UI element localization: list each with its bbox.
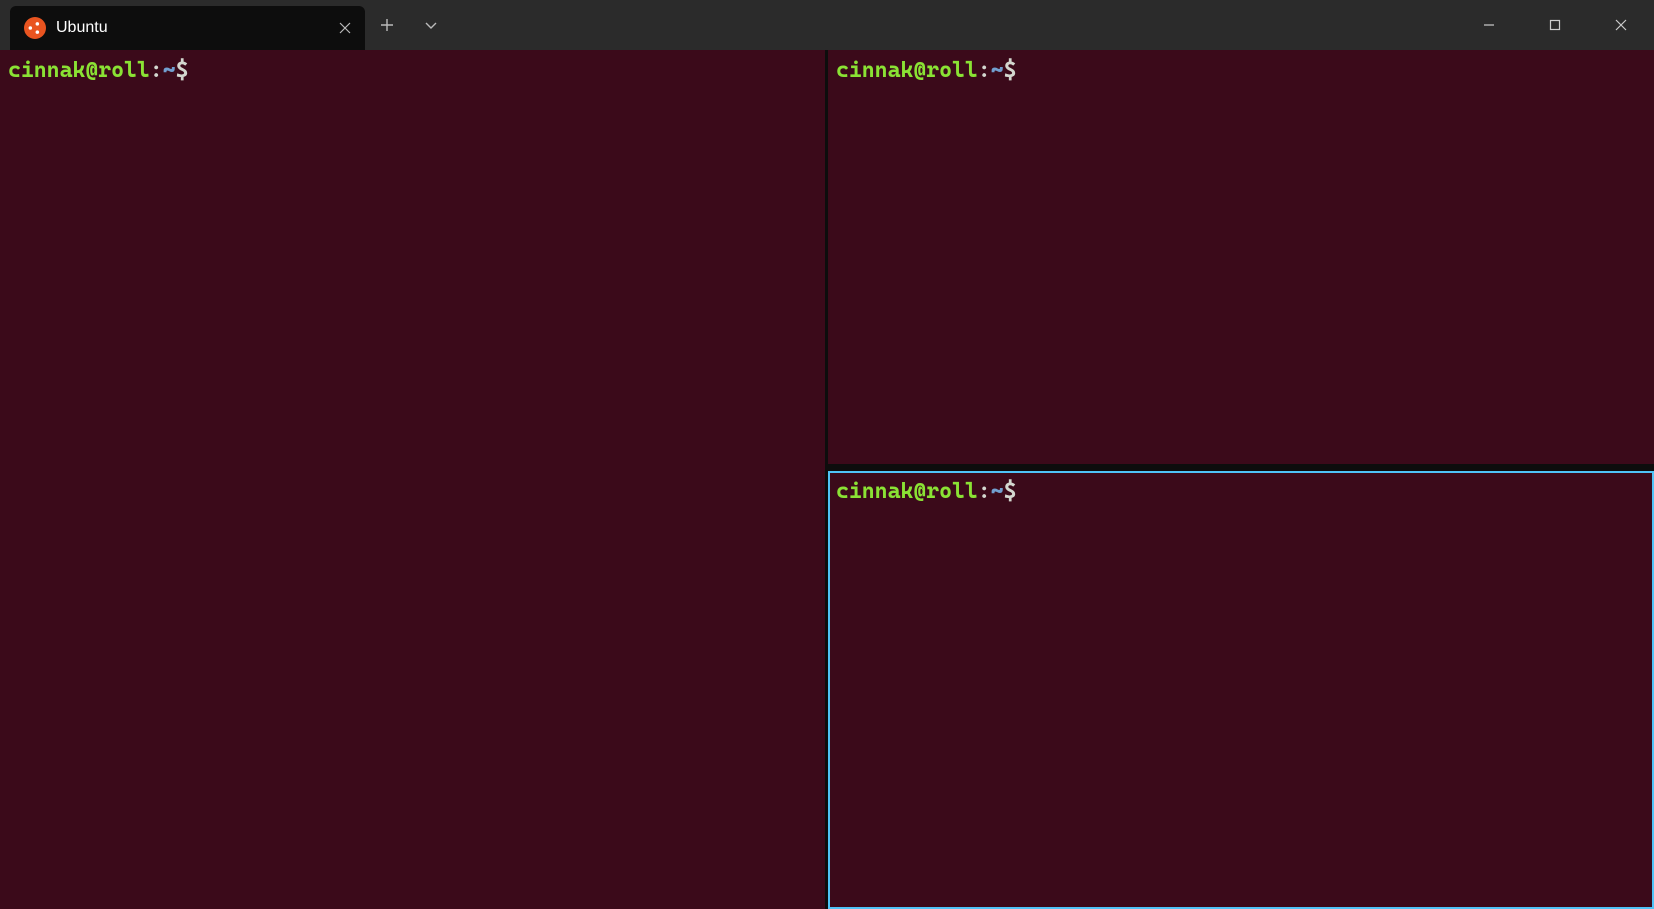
prompt-path: ~	[991, 479, 1004, 504]
terminal-panes: cinnak@roll:~$ cinnak@roll:~$ cinnak@rol…	[0, 50, 1654, 909]
titlebar-left: Ubuntu	[0, 0, 453, 50]
prompt-user-host: cinnak@roll	[8, 58, 150, 83]
tab-ubuntu[interactable]: Ubuntu	[10, 6, 365, 50]
prompt-colon: :	[978, 58, 991, 83]
window-controls	[1456, 0, 1654, 50]
prompt-colon: :	[978, 479, 991, 504]
prompt-line: cinnak@roll:~$	[8, 58, 817, 83]
titlebar: Ubuntu	[0, 0, 1654, 50]
prompt-symbol: $	[1004, 58, 1017, 83]
prompt-path: ~	[991, 58, 1004, 83]
prompt-symbol: $	[1004, 479, 1017, 504]
ubuntu-icon	[24, 17, 46, 39]
prompt-path: ~	[163, 58, 176, 83]
maximize-button[interactable]	[1522, 0, 1588, 50]
pane-right-column: cinnak@roll:~$ cinnak@roll:~$	[828, 50, 1654, 909]
close-button[interactable]	[1588, 0, 1654, 50]
minimize-button[interactable]	[1456, 0, 1522, 50]
tab-label: Ubuntu	[56, 19, 325, 37]
terminal-pane-left[interactable]: cinnak@roll:~$	[0, 50, 828, 909]
prompt-line: cinnak@roll:~$	[836, 58, 1646, 83]
tab-close-button[interactable]	[335, 18, 355, 38]
prompt-symbol: $	[176, 58, 189, 83]
new-tab-button[interactable]	[365, 3, 409, 47]
tab-dropdown-button[interactable]	[409, 3, 453, 47]
prompt-user-host: cinnak@roll	[836, 58, 978, 83]
prompt-colon: :	[150, 58, 163, 83]
terminal-pane-top-right[interactable]: cinnak@roll:~$	[828, 50, 1654, 464]
terminal-pane-bottom-right-active[interactable]: cinnak@roll:~$	[828, 471, 1654, 909]
prompt-user-host: cinnak@roll	[836, 479, 978, 504]
prompt-line: cinnak@roll:~$	[836, 479, 1646, 504]
horizontal-pane-divider[interactable]	[828, 464, 1654, 471]
